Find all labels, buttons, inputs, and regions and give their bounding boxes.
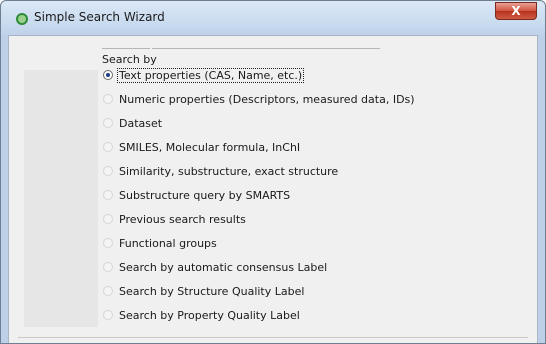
radio-previous-results[interactable] xyxy=(103,214,113,224)
option-label: Similarity, substructure, exact structur… xyxy=(119,165,339,178)
radio-smiles[interactable] xyxy=(103,142,113,152)
option-label: Dataset xyxy=(119,117,163,130)
window-title: Simple Search Wizard xyxy=(34,10,165,24)
side-panel xyxy=(24,70,98,327)
radio-consensus-label[interactable] xyxy=(103,262,113,272)
dialog-content: Search by Text properties (CAS, Name, et… xyxy=(8,35,538,343)
wizard-window: Simple Search Wizard X Search by Text pr… xyxy=(0,0,546,344)
radio-text-properties[interactable] xyxy=(103,70,113,80)
close-button[interactable]: X xyxy=(495,2,537,20)
option-label: Search by Structure Quality Label xyxy=(119,285,305,298)
close-icon: X xyxy=(511,4,521,18)
option-label: Search by automatic consensus Label xyxy=(119,261,328,274)
title-bar[interactable]: Simple Search Wizard X xyxy=(1,1,545,35)
app-icon xyxy=(16,13,28,25)
option-label: SMILES, Molecular formula, InChI xyxy=(119,141,301,154)
radio-structure-quality[interactable] xyxy=(103,286,113,296)
bottom-divider xyxy=(18,337,528,338)
option-label: Functional groups xyxy=(119,237,217,250)
option-label: Previous search results xyxy=(119,213,246,226)
radio-dataset[interactable] xyxy=(103,118,113,128)
search-by-label: Search by xyxy=(102,53,157,66)
option-label: Numeric properties (Descriptors, measure… xyxy=(119,93,415,106)
radio-similarity[interactable] xyxy=(103,166,113,176)
group-divider-left xyxy=(102,48,150,49)
group-divider xyxy=(152,48,380,49)
radio-property-quality[interactable] xyxy=(103,310,113,320)
option-label: Search by Property Quality Label xyxy=(119,309,300,322)
radio-functional-groups[interactable] xyxy=(103,238,113,248)
option-label: Text properties (CAS, Name, etc.) xyxy=(116,68,305,83)
option-label: Substructure query by SMARTS xyxy=(119,189,291,202)
radio-numeric-properties[interactable] xyxy=(103,94,113,104)
radio-smarts[interactable] xyxy=(103,190,113,200)
